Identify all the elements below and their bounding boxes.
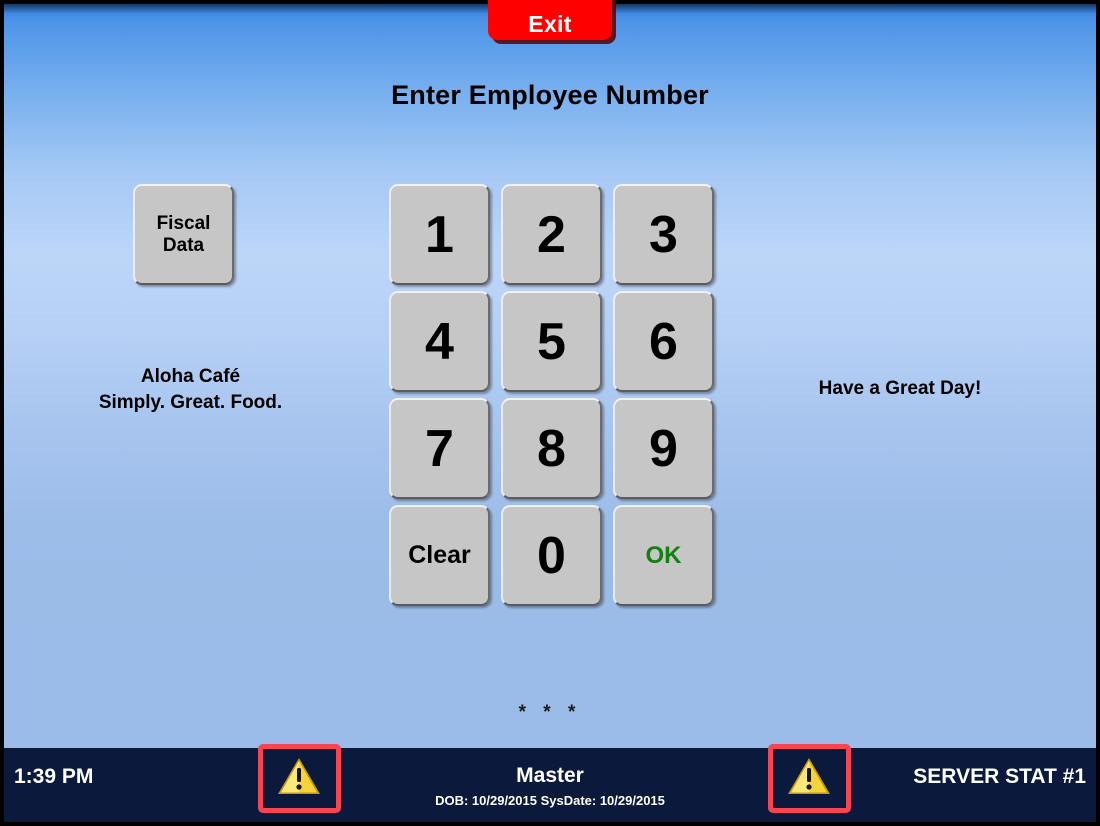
page-title: Enter Employee Number [391,80,709,110]
greeting-message: Have a Great Day! [818,378,982,399]
keypad-key-8[interactable]: 8 [501,398,602,499]
keypad-key-6[interactable]: 6 [613,291,714,392]
keypad-key-clear[interactable]: Clear [389,505,490,606]
keypad-key-5[interactable]: 5 [501,291,602,392]
numeric-keypad: 1 2 3 4 5 6 7 8 9 Clear 0 OK [389,184,714,606]
fiscal-data-label: Fiscal Data [157,213,211,257]
pos-terminal-screen: Exit Enter Employee Number Fiscal Data 1… [0,0,1100,826]
store-branding: Aloha Café Simply. Great. Food. [38,364,343,416]
status-dates-label: DOB: 10/29/2015 SysDate: 10/29/2015 [435,793,665,808]
store-slogan: Simply. Great. Food. [98,392,283,414]
keypad-key-7[interactable]: 7 [389,398,490,499]
keypad-key-ok[interactable]: OK [613,505,714,606]
fiscal-data-button[interactable]: Fiscal Data [133,184,234,285]
keypad-key-2[interactable]: 2 [501,184,602,285]
keypad-key-0[interactable]: 0 [501,505,602,606]
keypad-key-3[interactable]: 3 [613,184,714,285]
fiscal-data-label-line1: Fiscal [156,212,211,234]
warning-triangle-icon[interactable] [276,755,322,797]
keypad-key-4[interactable]: 4 [389,291,490,392]
store-name: Aloha Café [140,366,241,387]
keypad-key-1[interactable]: 1 [389,184,490,285]
employee-number-mask: * * * [518,702,582,723]
warning-triangle-icon[interactable] [786,755,832,797]
status-terminal-label: SERVER STAT #1 [913,765,1086,788]
exit-button-label: Exit [528,11,572,37]
status-bar: 1:39 PM Master DOB: 10/29/2015 SysDate: … [4,748,1096,822]
fiscal-data-label-line2: Data [162,234,205,256]
exit-button[interactable]: Exit [488,0,612,40]
keypad-key-9[interactable]: 9 [613,398,714,499]
